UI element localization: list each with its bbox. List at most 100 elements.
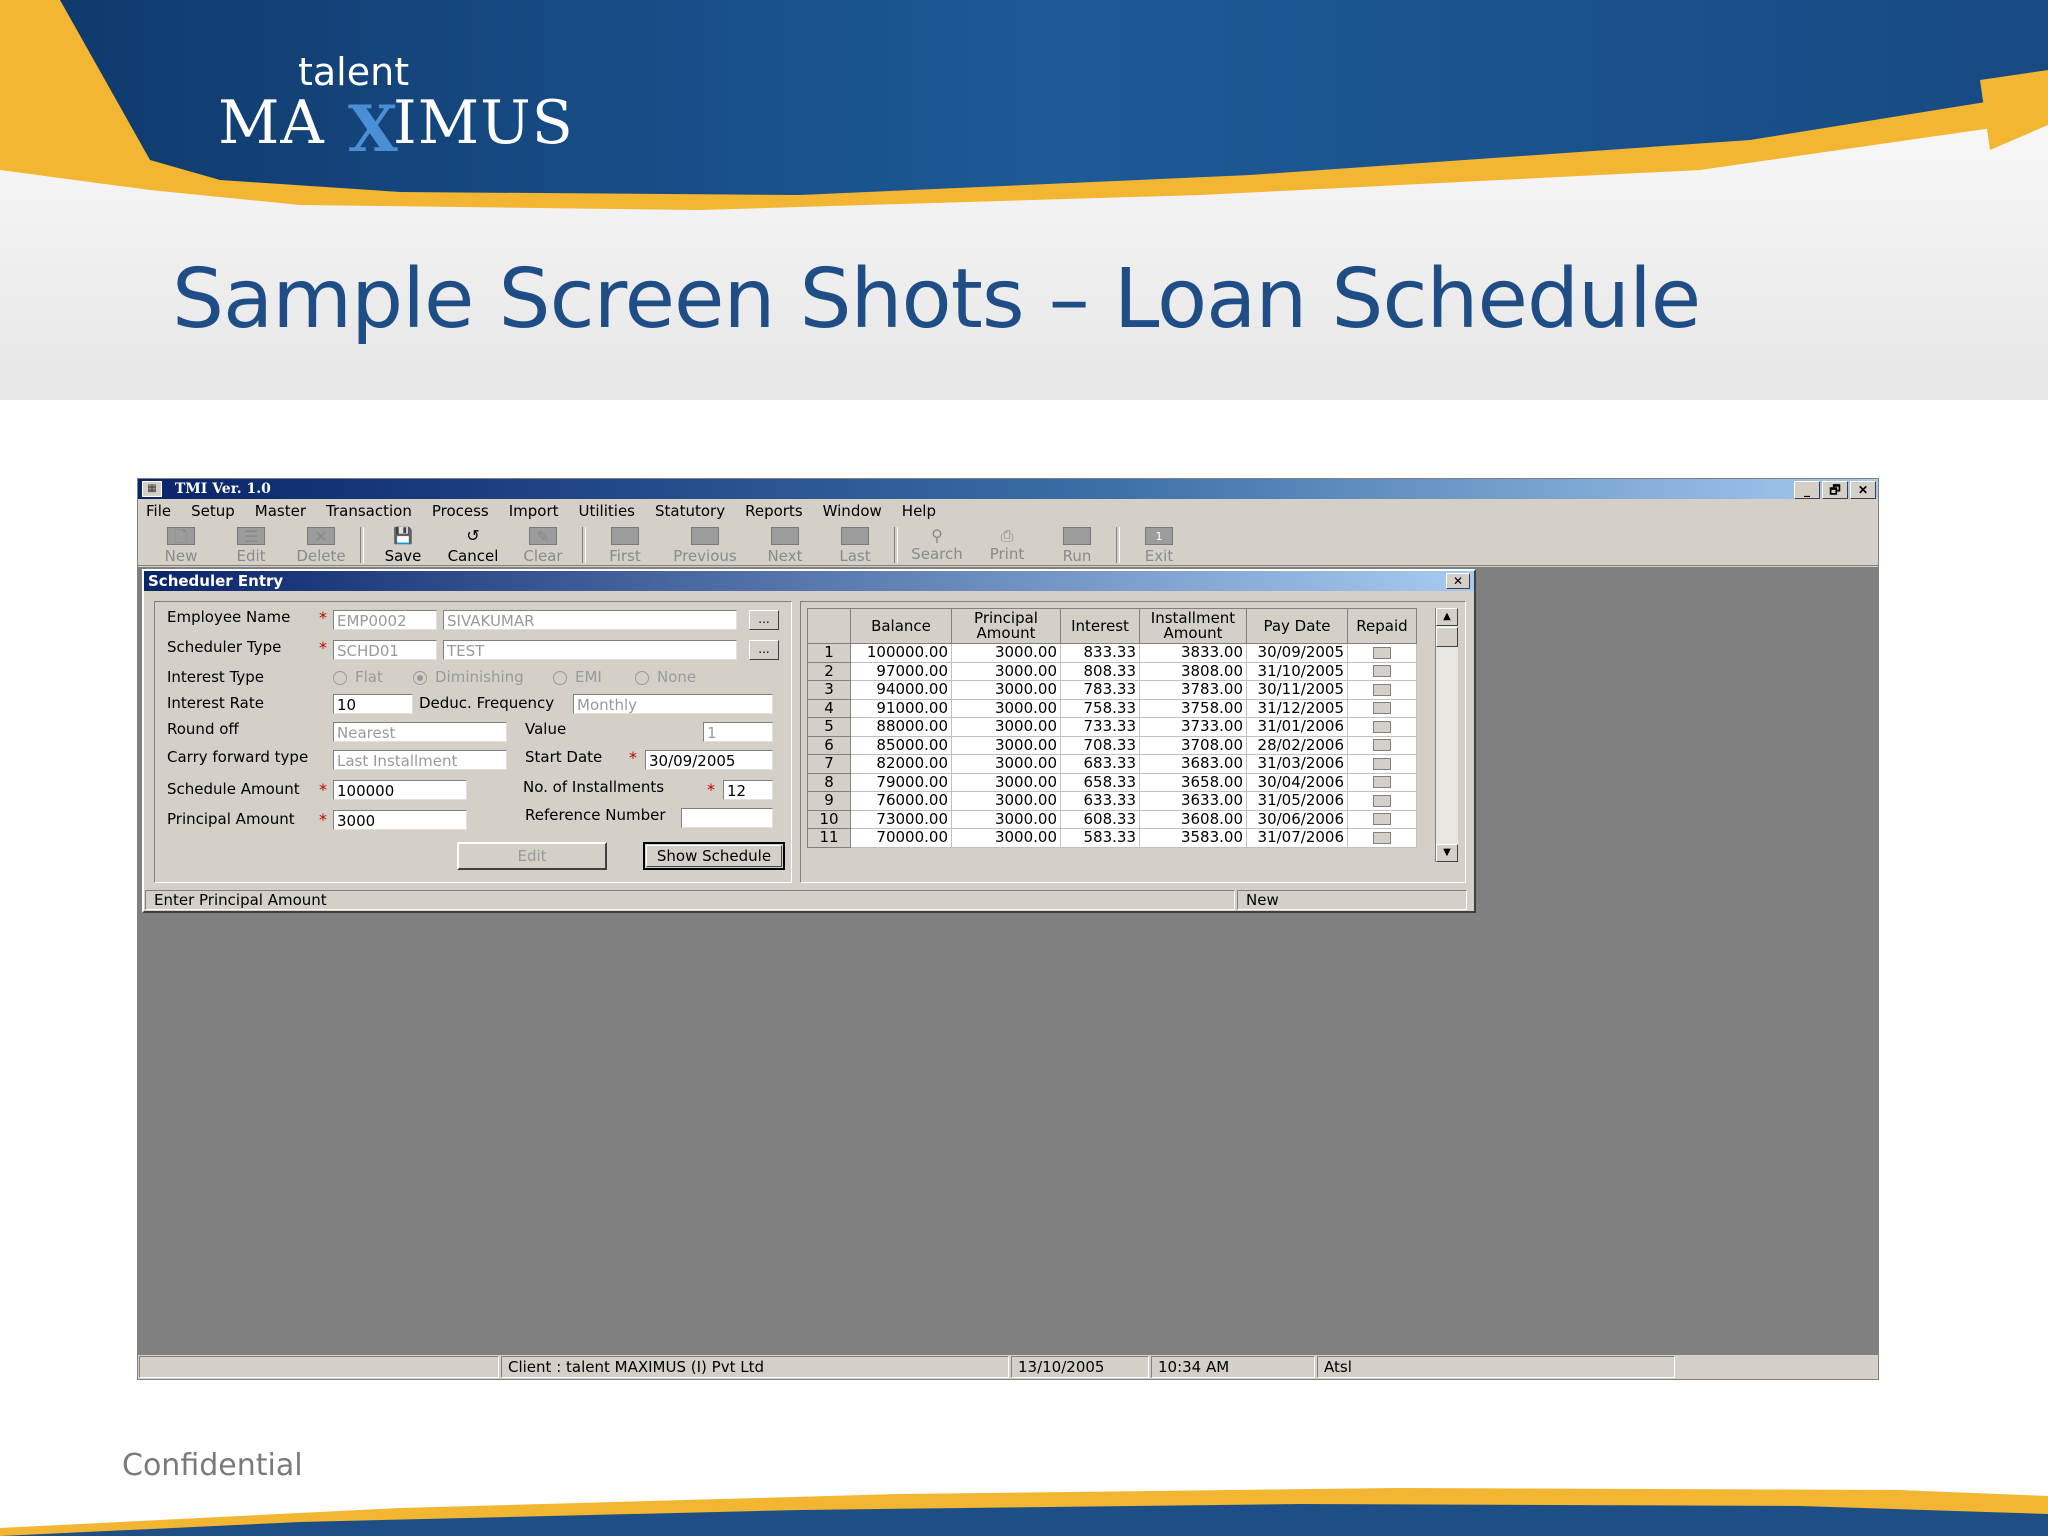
interest-cell[interactable]: 733.33 [1060, 717, 1140, 737]
principal-cell[interactable]: 3000.00 [951, 772, 1061, 792]
table-row[interactable]: 10 73000.00 3000.00 608.33 3608.00 30/06/2006 [807, 809, 1417, 829]
run-button[interactable]: Run [1042, 523, 1112, 565]
schedule-amount-field[interactable]: 100000 [333, 780, 467, 800]
grid-vertical-scrollbar[interactable]: ▲ ▼ [1435, 608, 1458, 862]
menu-setup[interactable]: Setup [191, 502, 235, 520]
pay-date-cell[interactable]: 30/04/2006 [1246, 772, 1348, 792]
show-schedule-button[interactable]: Show Schedule [643, 842, 785, 870]
balance-cell[interactable]: 91000.00 [850, 698, 952, 718]
principal-cell[interactable]: 3000.00 [951, 828, 1061, 848]
interest-radio-emi[interactable]: EMI [553, 668, 602, 686]
save-button[interactable]: 💾 Save [368, 523, 438, 566]
interest-rate-field[interactable]: 10 [333, 694, 413, 714]
installment-cell[interactable]: 3758.00 [1139, 698, 1247, 718]
table-row[interactable]: 7 82000.00 3000.00 683.33 3683.00 31/03/2006 [807, 754, 1417, 774]
installments-field[interactable]: 12 [723, 780, 773, 800]
table-row[interactable]: 6 85000.00 3000.00 708.33 3708.00 28/02/2006 [807, 735, 1417, 755]
interest-radio-diminishing[interactable]: Diminishing [413, 668, 524, 686]
repaid-checkbox[interactable] [1373, 831, 1391, 844]
pay-date-cell[interactable]: 31/01/2006 [1246, 717, 1348, 737]
repaid-checkbox[interactable] [1373, 776, 1391, 789]
employee-name-field[interactable]: SIVAKUMAR [443, 610, 737, 630]
menu-reports[interactable]: Reports [745, 502, 803, 520]
interest-cell[interactable]: 683.33 [1060, 754, 1140, 774]
balance-cell[interactable]: 85000.00 [850, 735, 952, 755]
repaid-checkbox[interactable] [1373, 683, 1391, 696]
menu-master[interactable]: Master [255, 502, 306, 520]
menu-transaction[interactable]: Transaction [326, 502, 412, 520]
scroll-up-arrow-icon[interactable]: ▲ [1436, 608, 1458, 626]
installment-cell[interactable]: 3608.00 [1139, 809, 1247, 829]
interest-cell[interactable]: 658.33 [1060, 772, 1140, 792]
exit-button[interactable]: 1 Exit [1124, 523, 1194, 565]
installment-cell[interactable]: 3808.00 [1139, 661, 1247, 681]
balance-cell[interactable]: 79000.00 [850, 772, 952, 792]
interest-cell[interactable]: 783.33 [1060, 680, 1140, 700]
value-field[interactable]: 1 [703, 722, 773, 742]
installment-cell[interactable]: 3833.00 [1139, 643, 1247, 663]
principal-cell[interactable]: 3000.00 [951, 754, 1061, 774]
next-button[interactable]: Next [750, 523, 820, 565]
repaid-checkbox[interactable] [1373, 702, 1391, 715]
interest-cell[interactable]: 833.33 [1060, 643, 1140, 663]
balance-cell[interactable]: 88000.00 [850, 717, 952, 737]
edit-button[interactable]: Edit [457, 842, 607, 870]
pay-date-cell[interactable]: 28/02/2006 [1246, 735, 1348, 755]
table-row[interactable]: 1 100000.00 3000.00 833.33 3833.00 30/09/2005 [807, 643, 1417, 663]
repaid-checkbox[interactable] [1373, 757, 1391, 770]
scheduler-code-field[interactable]: SCHD01 [333, 640, 437, 660]
principal-cell[interactable]: 3000.00 [951, 661, 1061, 681]
principal-cell[interactable]: 3000.00 [951, 717, 1061, 737]
table-row[interactable]: 9 76000.00 3000.00 633.33 3633.00 31/05/2006 [807, 791, 1417, 811]
installment-cell[interactable]: 3733.00 [1139, 717, 1247, 737]
employee-code-field[interactable]: EMP0002 [333, 610, 437, 630]
menu-window[interactable]: Window [823, 502, 882, 520]
menu-import[interactable]: Import [509, 502, 559, 520]
table-row[interactable]: 8 79000.00 3000.00 658.33 3658.00 30/04/2006 [807, 772, 1417, 792]
scheduler-lookup-button[interactable]: ... [749, 640, 779, 660]
menu-utilities[interactable]: Utilities [579, 502, 635, 520]
balance-cell[interactable]: 73000.00 [850, 809, 952, 829]
edit-toolbar-button[interactable]: ☰ Edit [216, 523, 286, 565]
dialog-close-button[interactable]: ✕ [1446, 573, 1470, 589]
installment-cell[interactable]: 3583.00 [1139, 828, 1247, 848]
carry-forward-field[interactable]: Last Installment [333, 750, 507, 770]
repaid-checkbox[interactable] [1373, 646, 1391, 659]
principal-cell[interactable]: 3000.00 [951, 791, 1061, 811]
employee-lookup-button[interactable]: ... [749, 610, 779, 630]
repaid-checkbox[interactable] [1373, 665, 1391, 678]
interest-cell[interactable]: 633.33 [1060, 791, 1140, 811]
scroll-down-arrow-icon[interactable]: ▼ [1436, 844, 1458, 862]
cancel-button[interactable]: ↺ Cancel [438, 523, 508, 566]
interest-cell[interactable]: 583.33 [1060, 828, 1140, 848]
last-button[interactable]: Last [820, 523, 890, 565]
interest-radio-flat[interactable]: Flat [333, 668, 383, 686]
close-button[interactable]: ✕ [1850, 481, 1876, 499]
round-off-field[interactable]: Nearest [333, 722, 507, 742]
pay-date-cell[interactable]: 31/03/2006 [1246, 754, 1348, 774]
installment-cell[interactable]: 3658.00 [1139, 772, 1247, 792]
table-row[interactable]: 4 91000.00 3000.00 758.33 3758.00 31/12/2005 [807, 698, 1417, 718]
search-button[interactable]: ⚲ Search [902, 523, 972, 564]
interest-cell[interactable]: 608.33 [1060, 809, 1140, 829]
table-row[interactable]: 3 94000.00 3000.00 783.33 3783.00 30/11/2005 [807, 680, 1417, 700]
clear-button[interactable]: ✎ Clear [508, 523, 578, 565]
restore-button[interactable]: 🗗 [1822, 481, 1848, 499]
repaid-checkbox[interactable] [1373, 813, 1391, 826]
interest-radio-none[interactable]: None [635, 668, 696, 686]
balance-cell[interactable]: 76000.00 [850, 791, 952, 811]
pay-date-cell[interactable]: 31/07/2006 [1246, 828, 1348, 848]
balance-cell[interactable]: 100000.00 [850, 643, 952, 663]
start-date-field[interactable]: 30/09/2005 [645, 750, 773, 770]
pay-date-cell[interactable]: 30/06/2006 [1246, 809, 1348, 829]
installment-cell[interactable]: 3633.00 [1139, 791, 1247, 811]
balance-cell[interactable]: 70000.00 [850, 828, 952, 848]
pay-date-cell[interactable]: 31/05/2006 [1246, 791, 1348, 811]
dialog-titlebar[interactable]: Scheduler Entry ✕ [144, 571, 1474, 591]
principal-cell[interactable]: 3000.00 [951, 809, 1061, 829]
repaid-checkbox[interactable] [1373, 720, 1391, 733]
table-row[interactable]: 5 88000.00 3000.00 733.33 3733.00 31/01/2006 [807, 717, 1417, 737]
pay-date-cell[interactable]: 30/09/2005 [1246, 643, 1348, 663]
reference-number-field[interactable] [681, 808, 773, 828]
principal-cell[interactable]: 3000.00 [951, 680, 1061, 700]
